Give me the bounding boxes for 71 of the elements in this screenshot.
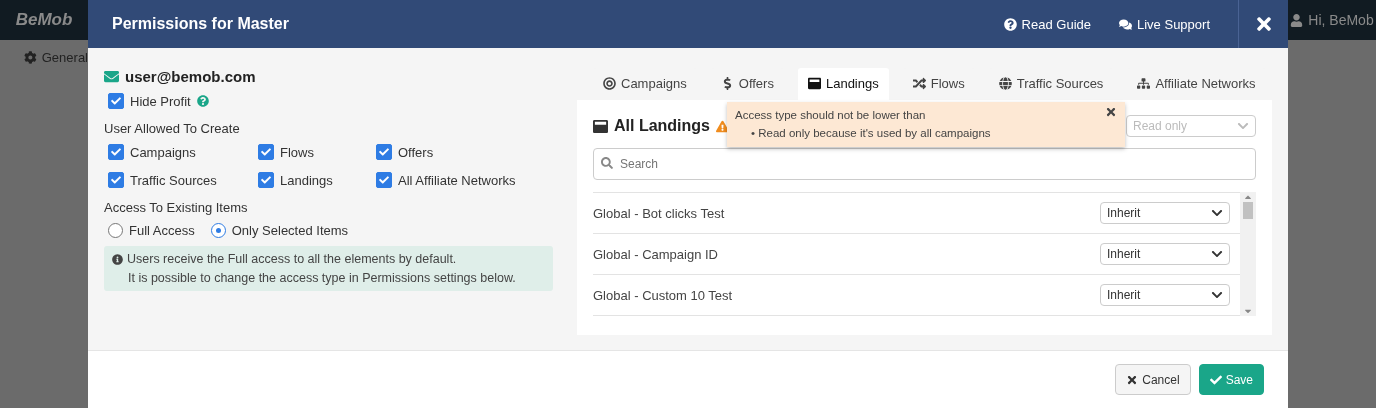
help-icon: [1003, 17, 1017, 31]
search-field[interactable]: Search: [593, 148, 1256, 180]
close-icon: [1105, 106, 1117, 118]
check-icon: [261, 175, 271, 185]
checkbox-label: All Affiliate Networks: [398, 172, 516, 188]
check-icon: [1209, 373, 1222, 386]
radio-label: Full Access: [129, 223, 195, 238]
user-email: user@bemob.com: [125, 68, 256, 85]
user-icon: [1290, 13, 1304, 27]
checkbox-label: Offers: [398, 144, 434, 160]
checkbox[interactable]: [376, 144, 392, 160]
info-text: Users receive the Full access to all the elements by default.: [127, 252, 457, 266]
check-icon: [111, 147, 121, 157]
network-icon: [1137, 77, 1151, 90]
checkbox[interactable]: [258, 144, 274, 160]
window-title: Permissions for Master: [111, 15, 290, 33]
settings-icon: [24, 51, 37, 64]
chevron-icon: [1237, 120, 1249, 132]
close-icon: [1126, 373, 1139, 386]
checkbox[interactable]: [376, 172, 392, 188]
checkbox[interactable]: [108, 144, 124, 160]
cancel-button[interactable]: Cancel: [1115, 364, 1191, 395]
info-icon: [112, 253, 123, 265]
warning-icon: [716, 119, 729, 133]
checkbox[interactable]: [108, 172, 124, 188]
envelope-icon: [104, 69, 119, 84]
checkbox-label: Hide Profit: [130, 93, 191, 109]
check-icon: [379, 147, 389, 157]
check-icon: [261, 147, 271, 157]
alert-text: Access type should not be lower than: [735, 108, 926, 123]
checkbox-label: Landings: [280, 172, 333, 188]
checkbox[interactable]: [258, 172, 274, 188]
panel-title: All Landings: [614, 117, 710, 135]
scrollbar[interactable]: [1240, 192, 1256, 316]
info-text: It is possible to change the access type in Permissions settings below.: [127, 271, 516, 285]
window-icon: [593, 118, 608, 134]
support-link[interactable]: Live Support: [1119, 16, 1210, 32]
scroll-thumb[interactable]: [1243, 202, 1253, 219]
checkbox[interactable]: [108, 93, 124, 109]
access-select[interactable]: Inherit: [1100, 202, 1230, 224]
check-icon: [379, 175, 389, 185]
chat-icon: [1119, 17, 1132, 31]
chevron-icon: [1211, 248, 1223, 260]
search-icon: [601, 157, 613, 169]
checkbox-label: Campaigns: [130, 144, 196, 160]
access-select[interactable]: Inherit: [1100, 243, 1230, 265]
radio-label: Only Selected Items: [231, 223, 349, 238]
item-name: Global - Custom 10 Test: [593, 287, 733, 303]
radio-button[interactable]: [108, 223, 123, 238]
checkbox-label: Traffic Sources: [130, 172, 217, 188]
radio-button[interactable]: [210, 223, 226, 238]
user-greeting: Hi, BeMob: [1308, 12, 1374, 28]
guide-link[interactable]: Read Guide: [1003, 16, 1091, 32]
target-icon: [603, 77, 616, 90]
checkbox-label: Flows: [280, 144, 314, 160]
check-icon: [111, 175, 121, 185]
access-select[interactable]: Inherit: [1100, 284, 1230, 306]
globe-icon: [998, 77, 1012, 90]
tab[interactable]: Landings: [797, 68, 889, 100]
help-icon[interactable]: [196, 95, 209, 107]
alert-item: • Read only because it's used by all campaigns: [751, 126, 991, 141]
item-name: Global - Bot clicks Test: [593, 205, 725, 221]
chevron-icon: [1211, 289, 1223, 301]
item-name: Global - Campaign ID: [593, 246, 718, 262]
check-icon: [111, 96, 121, 106]
chevron-icon: [1211, 207, 1223, 219]
logo: BeMob: [15, 10, 73, 30]
section-title: Access To Existing Items: [104, 200, 249, 215]
window-icon: [807, 77, 821, 90]
shuffle-icon: [912, 77, 926, 90]
section-title: User Allowed To Create: [104, 121, 241, 136]
